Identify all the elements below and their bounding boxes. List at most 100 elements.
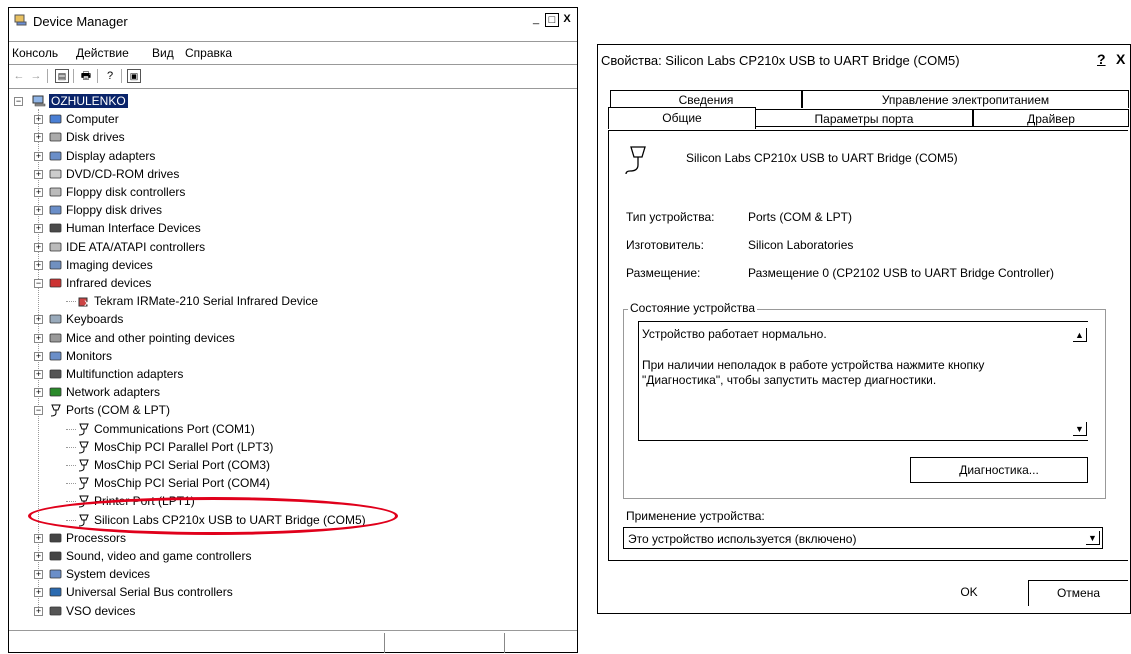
toolbar-separator bbox=[47, 69, 48, 83]
infrared-icon bbox=[49, 277, 63, 289]
tree-item-label: IDE ATA/ATAPI controllers bbox=[66, 239, 206, 254]
menu-action[interactable]: Действие bbox=[76, 46, 129, 60]
tree-item-label: Computer bbox=[66, 112, 119, 127]
port-icon bbox=[77, 459, 91, 472]
diagnostics-button[interactable]: Диагностика... bbox=[910, 457, 1088, 483]
tree-item-label: DVD/CD-ROM drives bbox=[66, 166, 180, 181]
device-tree[interactable]: − OZHULENKO + Computer + Disk drives + Display … bbox=[9, 88, 577, 631]
print-icon[interactable]: 🖶 bbox=[79, 69, 93, 83]
floppy-controller-icon bbox=[49, 186, 63, 198]
disk-drive-icon bbox=[49, 131, 63, 143]
ok-button[interactable]: OK bbox=[920, 580, 1018, 606]
device-name: Silicon Labs CP210x USB to UART Bridge (… bbox=[686, 151, 958, 165]
device-usage-label: Применение устройства: bbox=[626, 509, 765, 523]
expand-icon[interactable]: + bbox=[34, 606, 43, 616]
tab-driver[interactable]: Драйвер bbox=[973, 109, 1129, 127]
collapse-icon[interactable]: − bbox=[14, 97, 23, 106]
multifunction-icon bbox=[49, 368, 63, 380]
menu-help[interactable]: Справка bbox=[185, 46, 232, 60]
tree-item-label: Infrared devices bbox=[66, 276, 152, 290]
title-bar: Device Manager _ □ X bbox=[9, 8, 577, 34]
tree-branch-line bbox=[66, 465, 76, 466]
forward-arrow-icon[interactable]: → bbox=[29, 69, 43, 83]
expand-icon[interactable]: + bbox=[34, 552, 43, 561]
collapse-icon[interactable]: − bbox=[34, 279, 43, 288]
tree-item-label: System devices bbox=[66, 567, 151, 582]
help-properties-icon[interactable]: ? bbox=[103, 69, 117, 83]
expand-icon[interactable]: + bbox=[34, 133, 43, 143]
expand-icon[interactable]: + bbox=[34, 169, 43, 179]
expand-icon[interactable]: + bbox=[34, 151, 43, 161]
toolbar-separator bbox=[73, 69, 74, 83]
expand-icon[interactable]: + bbox=[34, 188, 43, 197]
collapse-icon[interactable]: − bbox=[34, 406, 43, 416]
device-usage-select[interactable]: Это устройство используется (включено) ▼ bbox=[623, 527, 1103, 549]
scan-hardware-icon[interactable]: ▣ bbox=[127, 69, 141, 83]
maximize-button[interactable]: □ bbox=[545, 13, 559, 27]
expand-icon[interactable]: + bbox=[34, 370, 43, 379]
tab-general[interactable]: Общие bbox=[608, 107, 756, 129]
device-manager-icon bbox=[14, 14, 27, 26]
serial-port-icon bbox=[625, 146, 646, 175]
help-button[interactable]: ? bbox=[1097, 51, 1106, 67]
tree-item-label: Universal Serial Bus controllers bbox=[66, 585, 233, 600]
tree-item-label: MosChip PCI Serial Port (COM3) bbox=[94, 458, 271, 472]
menu-console[interactable]: Консоль bbox=[12, 46, 58, 60]
expand-icon[interactable]: + bbox=[34, 206, 43, 216]
device-status-textbox[interactable]: Устройство работает нормально. При налич… bbox=[638, 321, 1088, 441]
camera-icon bbox=[49, 259, 63, 271]
tab-power-management[interactable]: Управление электропитанием bbox=[802, 90, 1129, 108]
expand-icon[interactable]: + bbox=[34, 333, 43, 343]
tab-details[interactable]: Сведения bbox=[610, 90, 802, 108]
minimize-button[interactable]: _ bbox=[529, 13, 543, 27]
tree-item-label: Monitors bbox=[66, 348, 113, 363]
status-divider bbox=[504, 633, 505, 653]
dialog-title: Свойства: Silicon Labs CP210x USB to UAR… bbox=[601, 53, 960, 68]
ide-controller-icon bbox=[49, 241, 63, 253]
dialog-close-button[interactable]: X bbox=[1116, 51, 1125, 67]
tree-item-label: Processors bbox=[66, 530, 127, 545]
expand-icon[interactable]: + bbox=[34, 224, 43, 234]
tree-item-label: Communications Port (COM1) bbox=[94, 421, 255, 436]
monitor-icon bbox=[49, 350, 63, 362]
tree-item-label: Imaging devices bbox=[66, 257, 153, 272]
tree-item-label: Ports (COM & LPT) bbox=[66, 403, 171, 418]
menu-view[interactable]: Вид bbox=[152, 46, 174, 60]
close-button[interactable]: X bbox=[560, 13, 574, 27]
expand-icon[interactable]: + bbox=[34, 242, 43, 252]
tree-item-label: Disk drives bbox=[66, 130, 125, 145]
status-divider bbox=[384, 633, 385, 653]
back-arrow-icon[interactable]: ← bbox=[12, 69, 26, 83]
panel-bottom-border bbox=[608, 560, 1128, 561]
properties-view-icon[interactable]: ▤ bbox=[55, 69, 69, 83]
mouse-icon bbox=[49, 332, 63, 344]
location-value: Размещение 0 (CP2102 USB to UART Bridge … bbox=[748, 266, 1054, 280]
tree-branch-line bbox=[66, 301, 76, 303]
computer-icon bbox=[49, 113, 63, 125]
device-status-title: Состояние устройства bbox=[628, 301, 758, 315]
expand-icon[interactable]: + bbox=[34, 570, 43, 580]
tree-branch-line bbox=[66, 483, 76, 485]
scroll-up-icon[interactable]: ▲ bbox=[1073, 328, 1087, 342]
device-manager-window: Device Manager _ □ X Консоль Действие Ви… bbox=[8, 7, 578, 653]
infrared-device-error-icon: x bbox=[77, 295, 91, 309]
tree-branch-line bbox=[66, 501, 76, 503]
processor-icon bbox=[49, 532, 63, 544]
port-icon bbox=[77, 441, 91, 454]
expand-icon[interactable]: + bbox=[34, 315, 43, 325]
expand-icon[interactable]: + bbox=[34, 388, 43, 398]
cancel-button[interactable]: Отмена bbox=[1028, 580, 1128, 606]
expand-icon[interactable]: + bbox=[34, 351, 43, 361]
expand-icon[interactable]: + bbox=[34, 260, 43, 270]
scroll-down-icon[interactable]: ▼ bbox=[1073, 422, 1087, 436]
expand-icon[interactable]: + bbox=[34, 588, 43, 598]
expand-icon[interactable]: + bbox=[34, 533, 43, 543]
port-icon bbox=[77, 477, 91, 490]
dropdown-arrow-icon[interactable]: ▼ bbox=[1086, 531, 1100, 545]
manufacturer-value: Silicon Laboratories bbox=[748, 238, 854, 252]
tree-item-label: Sound, video and game controllers bbox=[66, 549, 252, 563]
tab-port-settings[interactable]: Параметры порта bbox=[755, 109, 973, 127]
usb-icon bbox=[49, 586, 63, 598]
expand-icon[interactable]: + bbox=[34, 115, 43, 125]
hid-icon bbox=[49, 222, 63, 234]
